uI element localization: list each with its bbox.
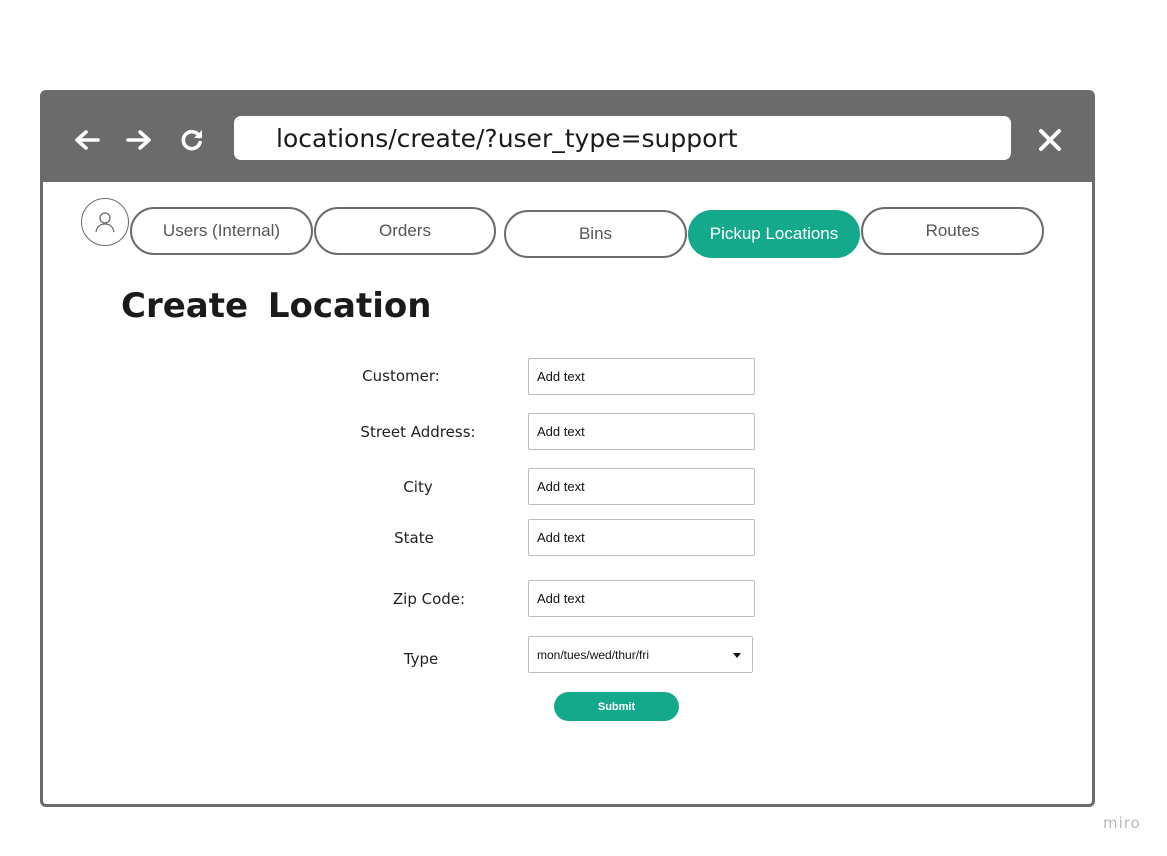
reload-button[interactable] bbox=[177, 125, 207, 155]
state-label: State bbox=[394, 529, 434, 547]
tab-routes[interactable]: Routes bbox=[861, 207, 1044, 255]
arrow-right-icon bbox=[126, 130, 151, 150]
street-address-input[interactable] bbox=[528, 413, 755, 450]
type-select-value: mon/tues/wed/thur/fri bbox=[537, 647, 650, 662]
tab-orders[interactable]: Orders bbox=[314, 207, 496, 255]
zip-code-input[interactable] bbox=[528, 580, 755, 617]
zip-code-label: Zip Code: bbox=[392, 590, 466, 608]
customer-input[interactable] bbox=[528, 358, 755, 395]
url-text: locations/create/?user_type=support bbox=[276, 123, 738, 153]
tab-label: Routes bbox=[925, 221, 980, 240]
url-bar[interactable]: locations/create/?user_type=support bbox=[234, 116, 1011, 160]
reload-icon bbox=[181, 129, 202, 151]
tab-label: Bins bbox=[578, 224, 613, 243]
tab-users-internal[interactable]: Users (Internal) bbox=[130, 207, 313, 255]
page-title: Create Location bbox=[121, 286, 432, 326]
customer-label: Customer: bbox=[362, 367, 440, 385]
tab-pickup-locations[interactable]: Pickup Locations bbox=[688, 210, 860, 258]
caret-down-icon bbox=[733, 653, 741, 658]
browser-toolbar: locations/create/?user_type=support bbox=[43, 93, 1092, 182]
type-label: Type bbox=[403, 650, 439, 668]
street-address-label: Street Address: bbox=[360, 423, 476, 441]
user-icon bbox=[95, 212, 115, 233]
arrow-left-icon bbox=[75, 130, 100, 150]
tab-bins[interactable]: Bins bbox=[504, 210, 687, 258]
tab-label: Users (Internal) bbox=[162, 221, 281, 240]
close-button[interactable] bbox=[1033, 123, 1067, 157]
close-icon bbox=[1039, 129, 1061, 151]
forward-button[interactable] bbox=[124, 125, 154, 155]
back-button[interactable] bbox=[72, 125, 102, 155]
avatar[interactable] bbox=[81, 198, 129, 246]
state-input[interactable] bbox=[528, 519, 755, 556]
miro-watermark: miro bbox=[1103, 814, 1141, 832]
city-label: City bbox=[403, 478, 433, 496]
type-select[interactable]: mon/tues/wed/thur/fri bbox=[528, 636, 753, 673]
tab-label: Orders bbox=[379, 221, 431, 240]
submit-button[interactable]: Submit bbox=[554, 692, 679, 721]
tab-label: Pickup Locations bbox=[709, 224, 839, 243]
city-input[interactable] bbox=[528, 468, 755, 505]
